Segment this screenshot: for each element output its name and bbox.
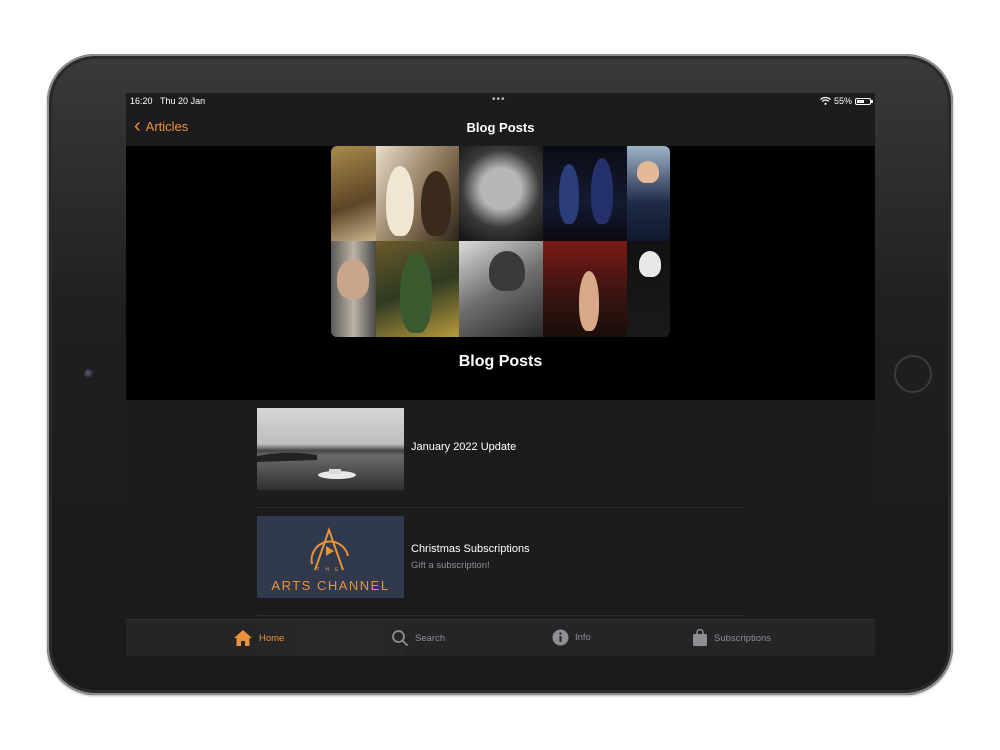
collage-tile: [627, 146, 670, 241]
collage-tile: [543, 146, 627, 241]
home-icon: [234, 630, 252, 646]
collage-tile: [331, 241, 376, 337]
post-title: January 2022 Update: [411, 441, 517, 453]
logo-text-the: THE: [316, 567, 345, 573]
status-time-date: 16:20 Thu 20 Jan: [130, 96, 206, 106]
wifi-icon: [820, 97, 831, 105]
post-thumbnail: [257, 408, 404, 490]
status-right: 55%: [820, 96, 873, 106]
hero-collage-image: [331, 146, 670, 337]
tab-home[interactable]: Home: [233, 629, 284, 647]
post-text: Christmas Subscriptions Gift a subscript…: [411, 543, 530, 571]
post-thumbnail: THE ARTS CHANNEL: [257, 516, 404, 598]
post-title: Christmas Subscriptions: [411, 543, 530, 555]
logo-text-arts-channel: ARTS CHANNEL: [271, 578, 390, 593]
tab-bar: Home Search Info Subscriptions: [126, 619, 875, 656]
list-item[interactable]: THE ARTS CHANNEL Christmas Subscriptions…: [257, 516, 744, 616]
collage-tile: [331, 146, 376, 241]
bag-icon: [693, 629, 707, 646]
hero-title: Blog Posts: [458, 353, 543, 370]
tab-info-label: Info: [575, 632, 591, 643]
tab-search-label: Search: [415, 632, 446, 644]
hero-header: Blog Posts: [126, 146, 875, 400]
search-icon: [392, 630, 409, 647]
info-icon: [552, 629, 569, 646]
tab-info[interactable]: Info: [552, 629, 591, 646]
tab-search[interactable]: Search: [391, 629, 445, 647]
tab-subscriptions-label: Subscriptions: [714, 632, 772, 644]
collage-tile: [376, 241, 459, 337]
collage-tile: [459, 146, 543, 241]
navigation-bar: ‹ Articles Blog Posts: [126, 111, 875, 147]
post-text: January 2022 Update: [411, 441, 516, 453]
front-camera: [84, 369, 94, 379]
page-title: Blog Posts: [466, 120, 535, 135]
collage-tile: [627, 241, 670, 337]
tab-home-label: Home: [259, 632, 285, 644]
collage-tile: [459, 241, 543, 337]
screen: 16:20 Thu 20 Jan ••• 55% ‹ Articles Blog…: [126, 93, 875, 656]
home-hardware-button[interactable]: [894, 355, 932, 393]
post-subtitle: Gift a subscription!: [411, 560, 490, 571]
status-bar: 16:20 Thu 20 Jan ••• 55%: [126, 93, 875, 111]
battery-icon: [855, 97, 873, 105]
collage-tile: [543, 241, 627, 337]
list-item[interactable]: January 2022 Update: [257, 408, 744, 508]
battery-percent: 55%: [833, 96, 852, 106]
tab-subscriptions[interactable]: Subscriptions: [692, 629, 771, 647]
collage-tile: [376, 146, 459, 241]
multitasking-dots[interactable]: •••: [492, 94, 506, 105]
